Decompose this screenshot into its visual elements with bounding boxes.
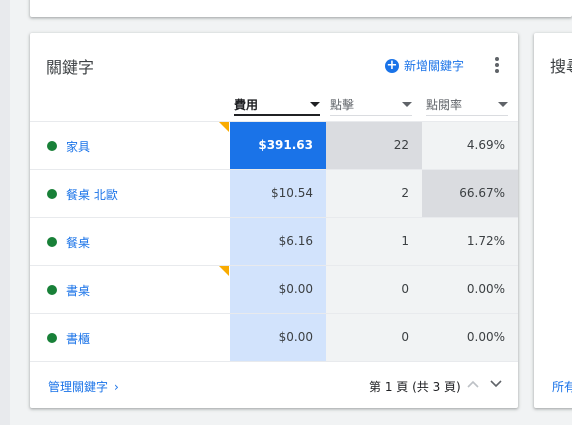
status-enabled-icon [47,237,57,247]
card-footer: 管理關鍵字 › 第 1 頁 (共 3 頁) [30,361,518,408]
column-header-clicks[interactable]: 點擊 [330,94,412,116]
column-label-cost: 費用 [234,97,259,112]
clicks-cell: 1 [326,218,422,265]
status-enabled-icon [47,189,57,199]
caret-down-icon [310,101,320,107]
cost-cell: $0.00 [230,266,326,313]
caret-down-icon [402,102,412,107]
left-panel-strip [0,0,10,425]
status-enabled-icon [47,285,57,295]
column-label-clicks: 點擊 [330,98,355,112]
keywords-card: 關鍵字 + 新增關鍵字 費用 點擊 點閱率 家具 $391.63 22 4.69… [30,33,518,408]
cost-cell: $0.00 [230,314,326,361]
search-card-title: 搜尋 [550,57,572,76]
chevron-right-icon: › [114,379,119,394]
cost-cell: $391.63 [230,122,326,169]
column-header-cost[interactable]: 費用 [234,94,320,116]
keyword-link[interactable]: 餐桌 [66,234,90,251]
add-keyword-label: 新增關鍵字 [404,59,465,73]
status-enabled-icon [47,333,57,343]
manage-keywords-link[interactable]: 管理關鍵字 › [48,378,119,395]
caret-down-icon [498,102,508,107]
table-row[interactable]: 家具 $391.63 22 4.69% [30,121,518,169]
keyword-link[interactable]: 餐桌 北歐 [66,186,118,203]
more-vert-icon[interactable] [494,57,500,75]
ctr-cell: 0.00% [422,314,518,361]
keyword-link[interactable]: 書桌 [66,282,90,299]
add-circle-icon: + [385,57,399,73]
search-terms-card: 搜尋 所有 [534,33,572,408]
chevron-down-icon[interactable] [490,379,502,389]
table-row[interactable]: 書櫃 $0.00 0 0.00% [30,313,518,361]
status-enabled-icon [47,141,57,151]
chevron-up-icon[interactable] [467,379,479,389]
ctr-cell: 0.00% [422,266,518,313]
ctr-cell: 1.72% [422,218,518,265]
column-header-ctr[interactable]: 點閱率 [426,94,508,116]
warning-corner-icon [219,266,229,276]
cost-cell: $10.54 [230,170,326,217]
pagination-text: 第 1 頁 (共 3 頁) [369,380,461,394]
card-title: 關鍵字 [46,58,95,77]
warning-corner-icon [219,122,229,132]
clicks-cell: 0 [326,266,422,313]
ctr-cell: 66.67% [422,170,518,217]
previous-card [30,0,572,17]
add-keyword-button[interactable]: + 新增關鍵字 [385,57,464,74]
keywords-table: 家具 $391.63 22 4.69% 餐桌 北歐 $10.54 2 66.67… [30,121,518,361]
table-row[interactable]: 餐桌 北歐 $10.54 2 66.67% [30,169,518,217]
clicks-cell: 2 [326,170,422,217]
table-row[interactable]: 書桌 $0.00 0 0.00% [30,265,518,313]
search-card-footer-link[interactable]: 所有 [552,378,572,395]
manage-keywords-label: 管理關鍵字 [48,380,109,394]
keyword-link[interactable]: 書櫃 [66,330,90,347]
ctr-cell: 4.69% [422,122,518,169]
table-row[interactable]: 餐桌 $6.16 1 1.72% [30,217,518,265]
cost-cell: $6.16 [230,218,326,265]
clicks-cell: 22 [326,122,422,169]
clicks-cell: 0 [326,314,422,361]
column-label-ctr: 點閱率 [426,98,463,112]
keyword-link[interactable]: 家具 [66,138,90,155]
